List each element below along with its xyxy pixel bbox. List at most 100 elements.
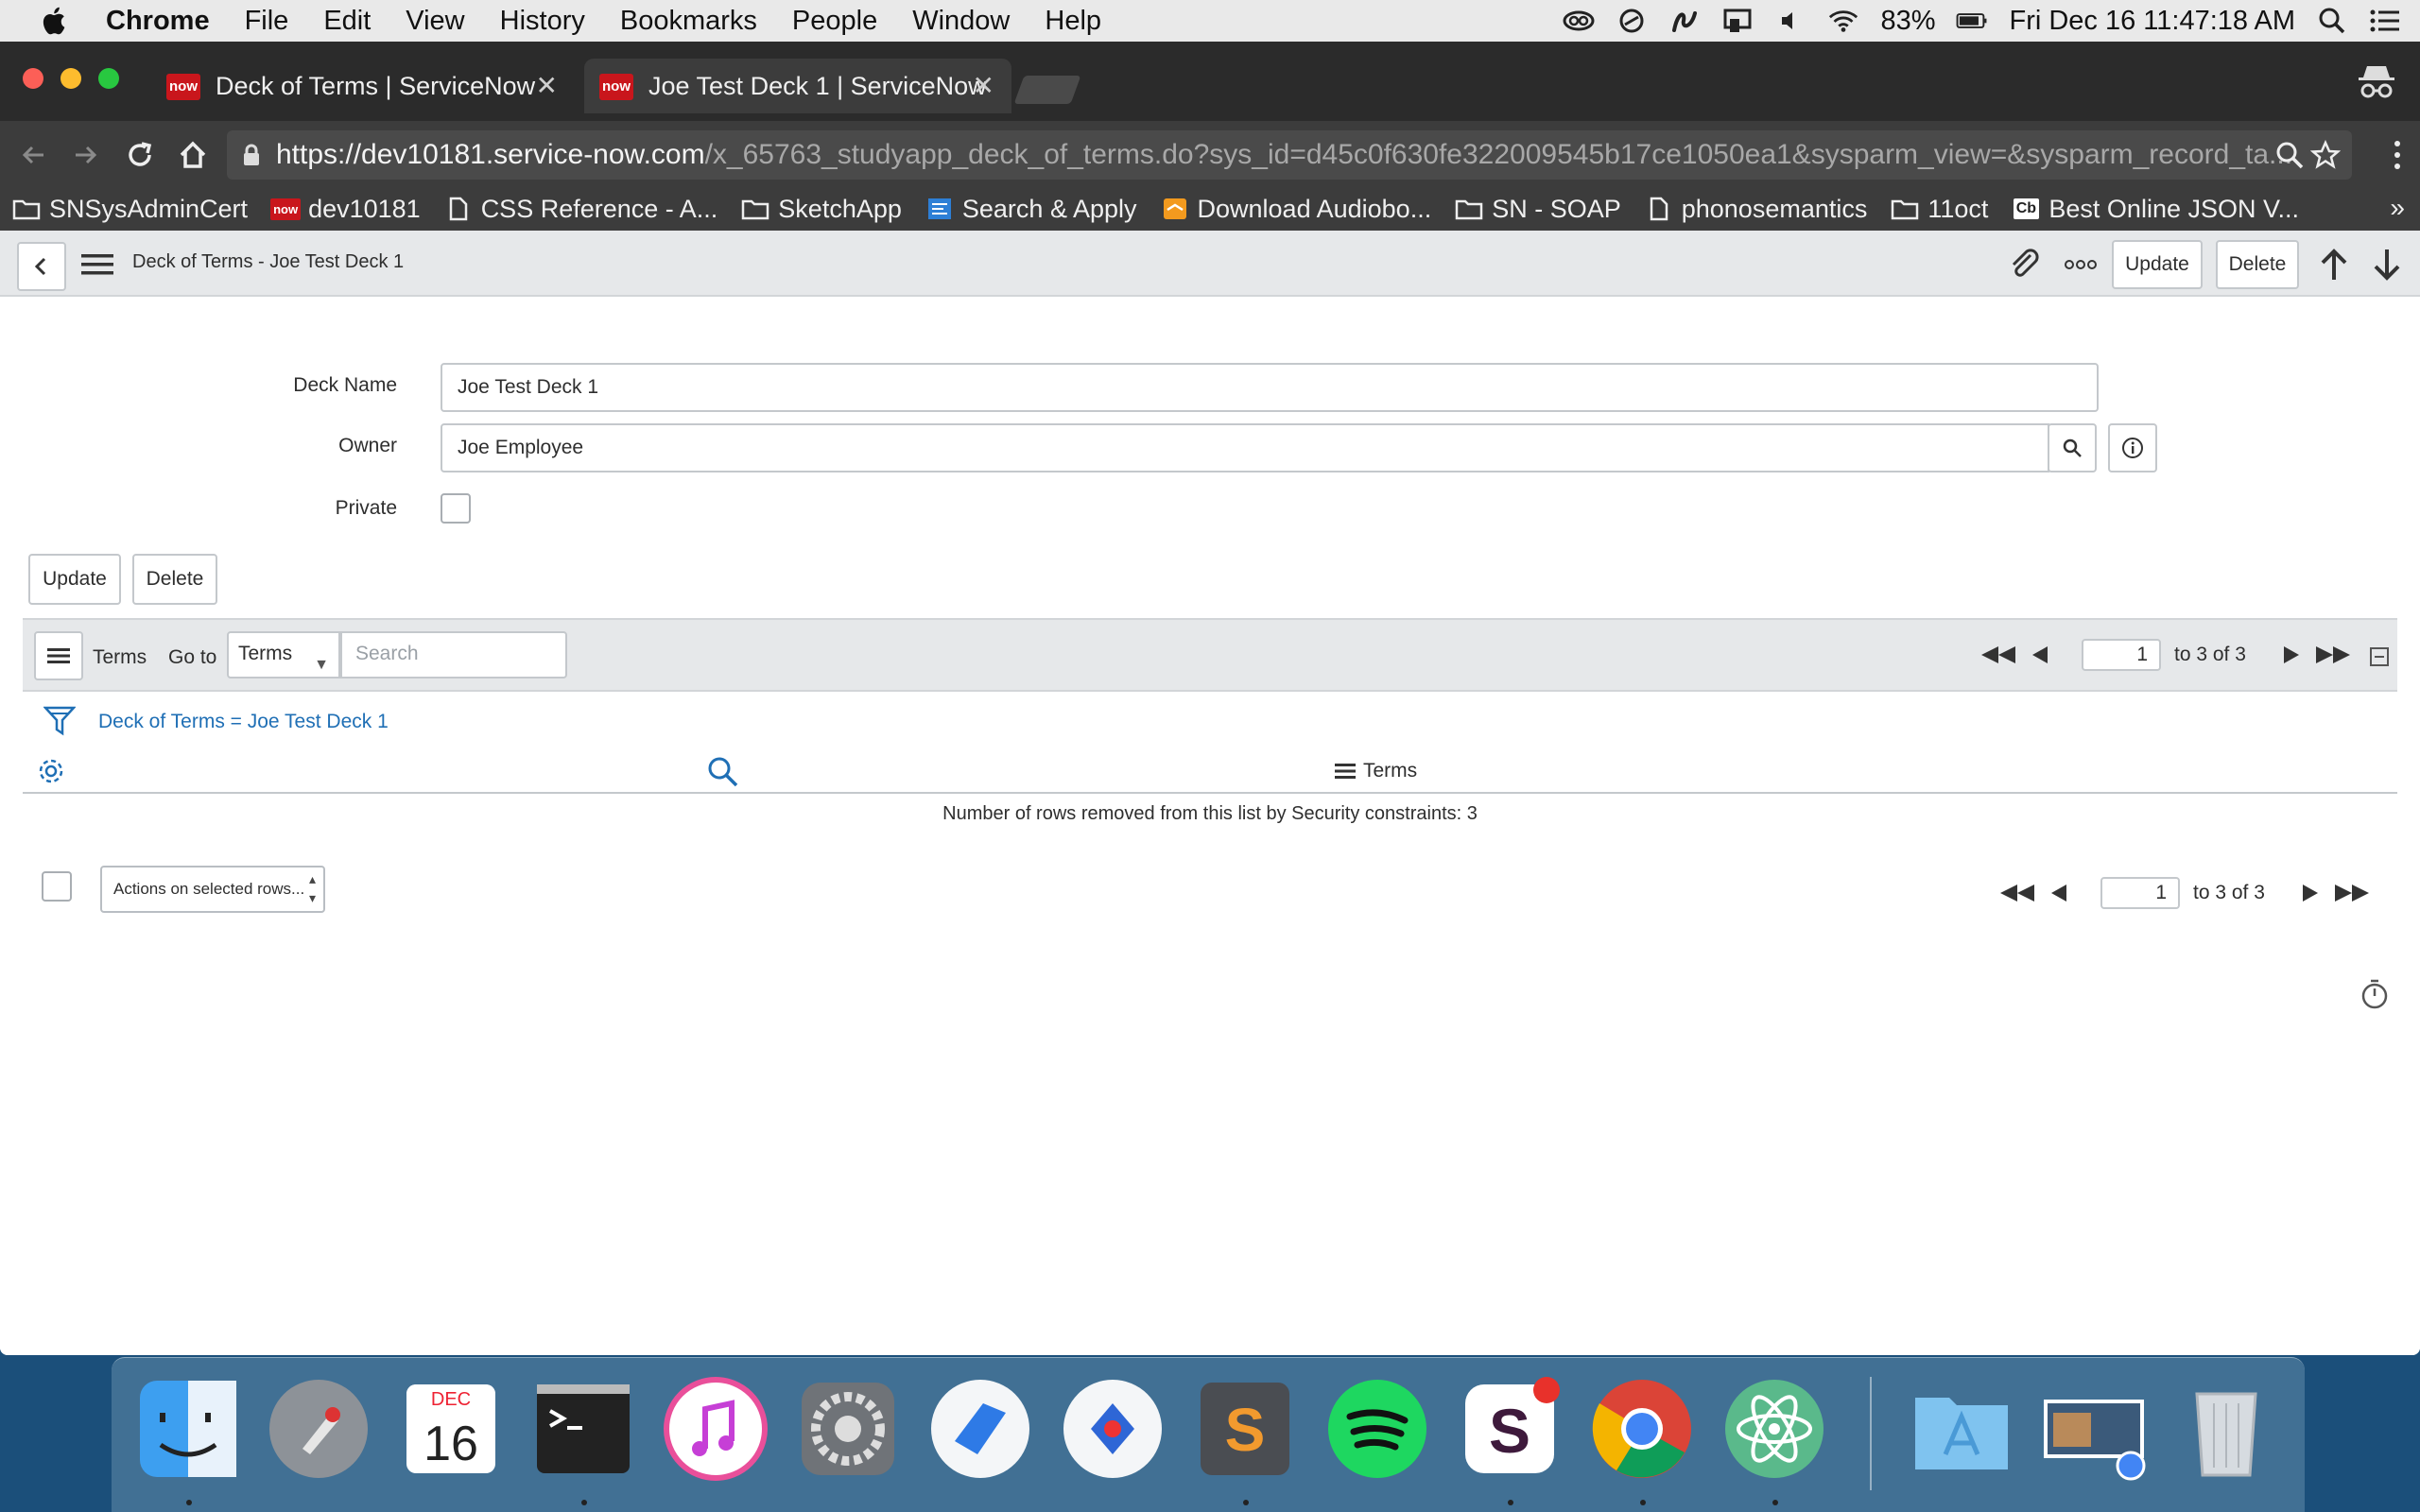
- forward-arrow-icon[interactable]: [66, 136, 104, 174]
- sublime-text-icon[interactable]: S: [1191, 1375, 1299, 1483]
- bookmark-css-reference[interactable]: CSS Reference - A...: [443, 195, 717, 224]
- page-number-input[interactable]: 1: [2100, 877, 2180, 909]
- script-icon[interactable]: [1668, 7, 1701, 35]
- next-record-icon[interactable]: [2371, 246, 2403, 284]
- spotify-icon[interactable]: [1323, 1375, 1431, 1483]
- menu-edit[interactable]: Edit: [323, 6, 371, 37]
- menu-window[interactable]: Window: [912, 6, 1010, 37]
- first-page-icon[interactable]: [1996, 879, 2038, 907]
- page-number-input[interactable]: 1: [2082, 639, 2161, 671]
- bookmark-search-apply[interactable]: Search & Apply: [925, 195, 1137, 224]
- paperclip-icon[interactable]: [2008, 248, 2042, 282]
- tab-joe-test-deck[interactable]: now Joe Test Deck 1 | ServiceNow ✕: [584, 59, 1011, 113]
- actions-on-selected-rows-select[interactable]: Actions on selected rows... ▴ ▾: [100, 866, 325, 913]
- markup-app-icon[interactable]: [926, 1375, 1034, 1483]
- bookmark-11oct[interactable]: 11oct: [1890, 195, 1988, 224]
- bookmark-download-audiobooks[interactable]: Download Audiobo...: [1160, 195, 1431, 224]
- launchpad-icon[interactable]: [265, 1375, 372, 1483]
- column-header-terms[interactable]: Terms: [1335, 760, 1417, 782]
- zoom-icon[interactable]: [2274, 140, 2305, 170]
- related-list-menu-button[interactable]: [34, 631, 83, 680]
- next-page-icon[interactable]: [2290, 879, 2331, 907]
- header-delete-button[interactable]: Delete: [2216, 240, 2299, 289]
- home-icon[interactable]: [174, 136, 212, 174]
- gear-icon[interactable]: [36, 756, 66, 786]
- bookmark-sketchapp[interactable]: SketchApp: [740, 195, 902, 224]
- address-bar[interactable]: https://dev10181.service-now.com/x_65763…: [227, 130, 2352, 180]
- tab-deck-of-terms[interactable]: now Deck of Terms | ServiceNow ✕: [151, 59, 575, 113]
- next-page-icon[interactable]: [2271, 641, 2312, 669]
- downloads-stack-icon[interactable]: [2040, 1375, 2148, 1483]
- bookmarks-overflow-button[interactable]: »: [2390, 193, 2405, 223]
- terminal-icon[interactable]: [529, 1375, 637, 1483]
- lock-icon[interactable]: [242, 144, 261, 166]
- menu-view[interactable]: View: [406, 6, 464, 37]
- itunes-icon[interactable]: [662, 1375, 769, 1483]
- last-page-icon[interactable]: [2331, 879, 2373, 907]
- context-menu-icon[interactable]: [81, 251, 113, 278]
- previous-page-icon[interactable]: [2038, 879, 2080, 907]
- bookmark-sn-soap[interactable]: SN - SOAP: [1454, 195, 1621, 224]
- owner-info-button[interactable]: [2108, 423, 2157, 472]
- slack-icon[interactable]: S: [1456, 1375, 1564, 1483]
- back-arrow-icon[interactable]: [15, 136, 53, 174]
- spotlight-search-icon[interactable]: [2316, 7, 2348, 35]
- related-list-search-input[interactable]: Search: [340, 631, 567, 679]
- last-page-icon[interactable]: [2312, 641, 2354, 669]
- form-delete-button[interactable]: Delete: [132, 554, 217, 605]
- more-options-icon[interactable]: [2064, 257, 2098, 272]
- previous-record-icon[interactable]: [2318, 246, 2350, 284]
- new-tab-button[interactable]: [1013, 76, 1081, 104]
- wifi-icon[interactable]: [1827, 7, 1859, 35]
- owner-lookup-button[interactable]: [2048, 423, 2097, 472]
- menu-people[interactable]: People: [792, 6, 877, 37]
- zoom-window-button[interactable]: [98, 68, 119, 89]
- battery-icon[interactable]: [1956, 7, 1988, 35]
- sync-icon[interactable]: [1616, 7, 1648, 35]
- private-checkbox[interactable]: [441, 493, 471, 524]
- filter-breadcrumb-link[interactable]: Deck of Terms = Joe Test Deck 1: [98, 711, 389, 733]
- bookmark-snsysadmincert[interactable]: SNSysAdminCert: [11, 195, 248, 224]
- creative-cloud-icon[interactable]: [1563, 7, 1595, 35]
- tab-close-icon[interactable]: ✕: [973, 70, 994, 101]
- menu-file[interactable]: File: [245, 6, 289, 37]
- system-preferences-icon[interactable]: [794, 1375, 902, 1483]
- atom-icon[interactable]: [1720, 1375, 1828, 1483]
- volume-icon[interactable]: [1774, 7, 1806, 35]
- menu-app-chrome[interactable]: Chrome: [106, 6, 210, 37]
- first-page-icon[interactable]: [1978, 641, 2019, 669]
- bookmark-dev10181[interactable]: now dev10181: [270, 195, 421, 224]
- column-search-icon[interactable]: [707, 756, 739, 788]
- owner-input[interactable]: Joe Employee: [441, 423, 2049, 472]
- menu-history[interactable]: History: [500, 6, 585, 37]
- paw-app-icon[interactable]: [1059, 1375, 1167, 1483]
- reload-icon[interactable]: [121, 136, 159, 174]
- close-window-button[interactable]: [23, 68, 43, 89]
- finder-icon[interactable]: [134, 1375, 242, 1483]
- chrome-menu-icon[interactable]: [2388, 136, 2407, 174]
- applications-folder-icon[interactable]: [1908, 1375, 2015, 1483]
- select-all-checkbox[interactable]: [42, 871, 72, 902]
- chrome-icon[interactable]: [1588, 1375, 1696, 1483]
- menubar-clock[interactable]: Fri Dec 16 11:47:18 AM: [2009, 6, 2295, 37]
- bookmark-star-icon[interactable]: [2310, 140, 2341, 170]
- column-menu-icon[interactable]: [1335, 762, 1356, 781]
- tab-close-icon[interactable]: ✕: [536, 70, 558, 101]
- menu-help[interactable]: Help: [1045, 6, 1101, 37]
- menu-bookmarks[interactable]: Bookmarks: [620, 6, 757, 37]
- trash-icon[interactable]: [2172, 1375, 2280, 1483]
- bookmark-json-viewer[interactable]: Cb Best Online JSON V...: [2011, 195, 2299, 224]
- calendar-icon[interactable]: DEC 16: [397, 1375, 505, 1483]
- previous-page-icon[interactable]: [2019, 641, 2061, 669]
- goto-field-select[interactable]: Terms ▼: [227, 631, 340, 679]
- minimize-window-button[interactable]: [60, 68, 81, 89]
- apple-icon[interactable]: [38, 4, 72, 38]
- collapse-list-icon[interactable]: [2369, 646, 2390, 667]
- bookmark-phonosemantics[interactable]: phonosemantics: [1644, 195, 1867, 224]
- deck-name-input[interactable]: Joe Test Deck 1: [441, 363, 2099, 412]
- airplay-icon[interactable]: [1721, 7, 1754, 35]
- back-button[interactable]: [17, 242, 66, 291]
- incognito-icon[interactable]: [2356, 62, 2397, 100]
- filter-icon[interactable]: [43, 705, 76, 737]
- header-update-button[interactable]: Update: [2112, 240, 2203, 289]
